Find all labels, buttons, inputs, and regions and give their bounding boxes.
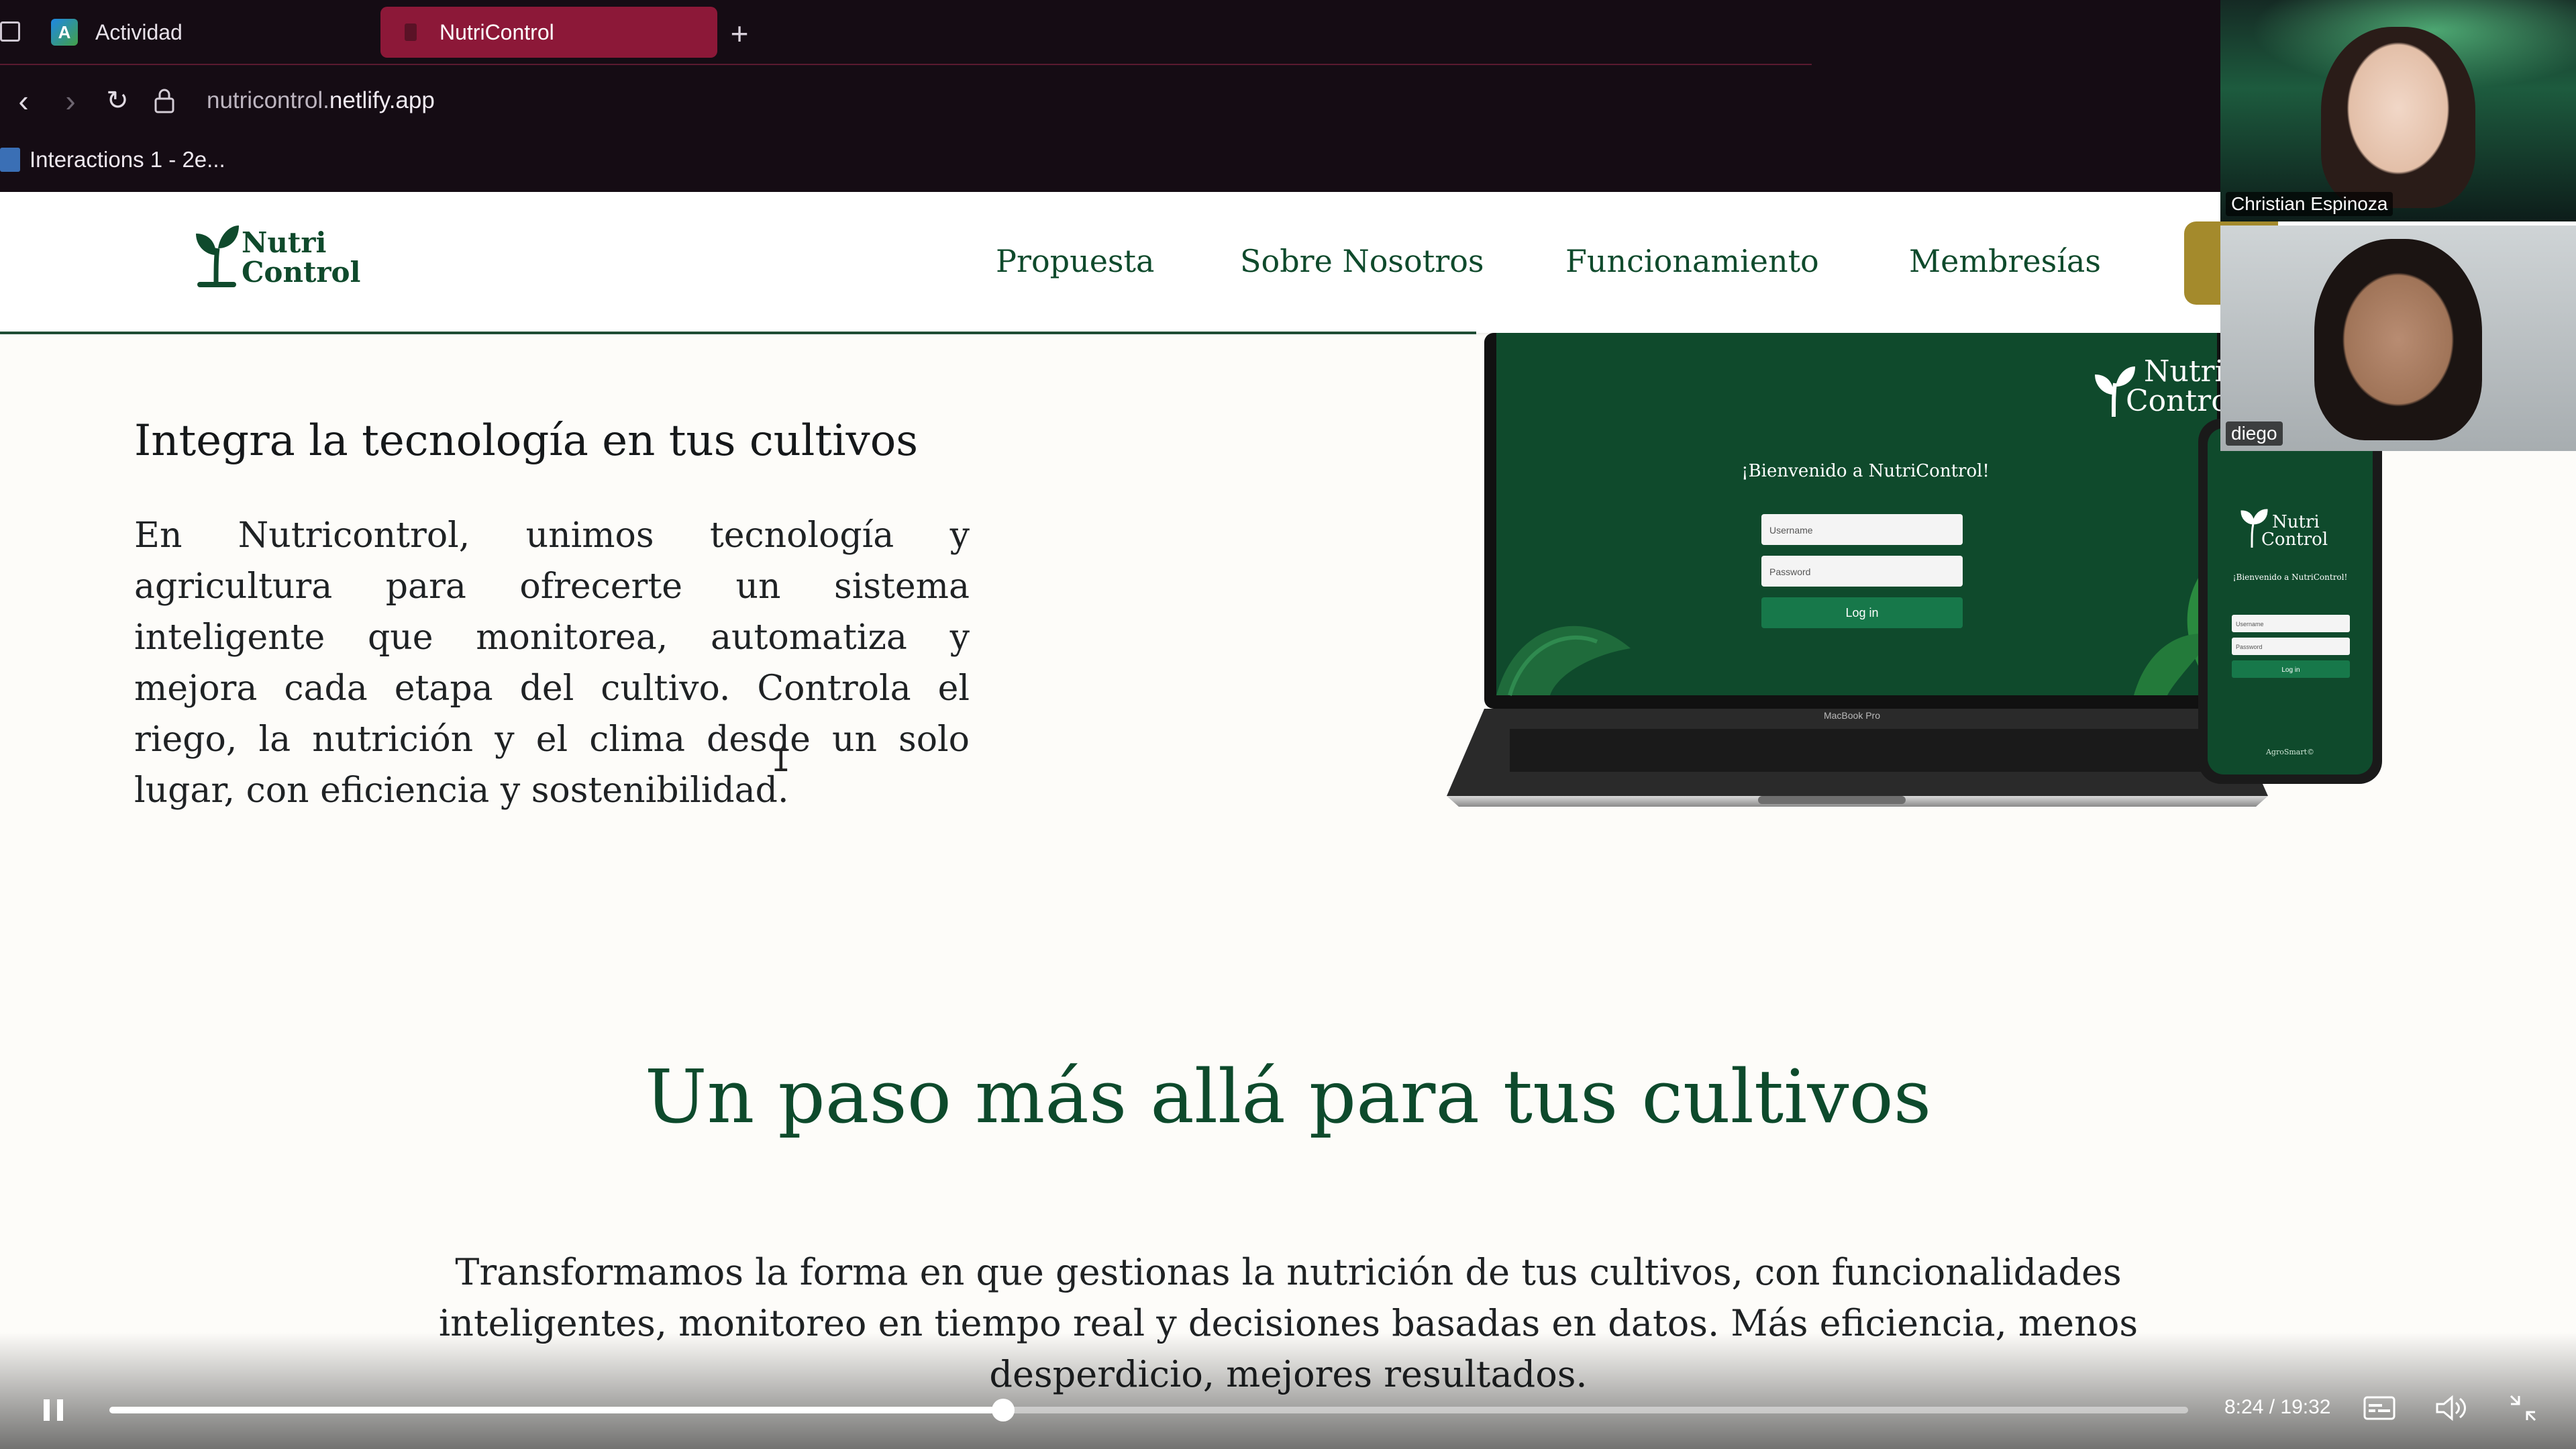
phone-footer: AgroSmart© xyxy=(2265,748,2314,756)
back-icon[interactable]: ‹ xyxy=(0,77,47,124)
mockup-laptop-label: MacBook Pro xyxy=(1824,710,1880,721)
url-domain: netlify.app xyxy=(329,87,435,113)
phone-logo-line2: Control xyxy=(2261,530,2328,550)
nav-propuesta[interactable]: Propuesta xyxy=(996,243,1154,279)
bookmark-item[interactable]: Interactions 1 - 2e... xyxy=(0,138,225,182)
tab-actividad[interactable]: A Actividad xyxy=(27,7,362,58)
time-display: 8:24 / 19:32 xyxy=(2224,1396,2331,1418)
header-divider xyxy=(0,332,1476,334)
avatar xyxy=(2314,239,2482,440)
phone-welcome: ¡Bienvenido a NutriControl! xyxy=(2233,572,2348,582)
captions-icon[interactable] xyxy=(2361,1389,2398,1427)
section-title: Un paso más allá para tus cultivos xyxy=(644,1054,1932,1140)
section-heading: Integra la tecnología en tus cultivos xyxy=(134,416,919,466)
seek-progress xyxy=(109,1407,1004,1413)
site-logo[interactable]: Nutri Control xyxy=(193,221,360,295)
app-icon: A xyxy=(51,19,78,46)
cast-icon[interactable] xyxy=(0,21,20,42)
participant-name: diego xyxy=(2226,421,2283,446)
sprout-icon xyxy=(196,226,239,287)
mockup-welcome: ¡Bienvenido a NutriControl! xyxy=(1741,461,1990,481)
logo-line1: Nutri xyxy=(242,226,327,259)
pause-icon[interactable] xyxy=(37,1393,70,1428)
participant-video[interactable]: Christian Espinoza xyxy=(2220,0,2576,221)
new-tab-button[interactable]: + xyxy=(719,15,760,52)
seek-handle[interactable] xyxy=(992,1399,1015,1421)
nav-funcionamiento[interactable]: Funcionamiento xyxy=(1565,243,1819,279)
forward-icon[interactable]: › xyxy=(47,77,94,124)
participant-name: Christian Espinoza xyxy=(2226,192,2393,216)
address-bar[interactable]: ‹ › ↻ nutricontrol.netlify.app xyxy=(0,74,2214,128)
tab-divider xyxy=(0,64,1812,65)
url-text[interactable]: nutricontrol.netlify.app xyxy=(207,87,435,114)
nav-membresias[interactable]: Membresías xyxy=(1909,243,2101,279)
player-controls xyxy=(0,1332,2576,1449)
reload-icon[interactable]: ↻ xyxy=(94,77,141,124)
url-prefix: nutricontrol. xyxy=(207,87,329,113)
nav-sobre-nosotros[interactable]: Sobre Nosotros xyxy=(1240,243,1484,279)
logo-line2: Control xyxy=(242,256,361,289)
seek-bar[interactable] xyxy=(109,1399,2188,1421)
tab-nutricontrol[interactable]: NutriControl xyxy=(380,7,717,58)
phone-username: Username xyxy=(2236,621,2264,628)
text-cursor-icon: I xyxy=(772,742,790,779)
logo-text: Nutri Control xyxy=(242,228,360,287)
phone-login: Log in xyxy=(2281,666,2300,674)
bookmark-label: Interactions 1 - 2e... xyxy=(30,147,225,172)
tab-label: Actividad xyxy=(95,19,183,44)
mockup-login: Log in xyxy=(1845,606,1878,619)
mockup-password: Password xyxy=(1769,566,1810,577)
exit-fullscreen-icon[interactable] xyxy=(2504,1389,2542,1427)
lock-icon xyxy=(141,77,188,124)
tab-label: NutriControl xyxy=(440,19,554,44)
section-paragraph: En Nutricontrol, unimos tecnología y agr… xyxy=(134,515,970,811)
avatar xyxy=(2321,27,2475,208)
participant-video[interactable]: diego xyxy=(2220,226,2576,451)
site-icon xyxy=(405,23,417,41)
volume-icon[interactable] xyxy=(2432,1389,2469,1427)
bookmark-icon xyxy=(0,148,20,172)
mockup-username: Username xyxy=(1769,525,1813,536)
phone-password: Password xyxy=(2236,644,2263,650)
